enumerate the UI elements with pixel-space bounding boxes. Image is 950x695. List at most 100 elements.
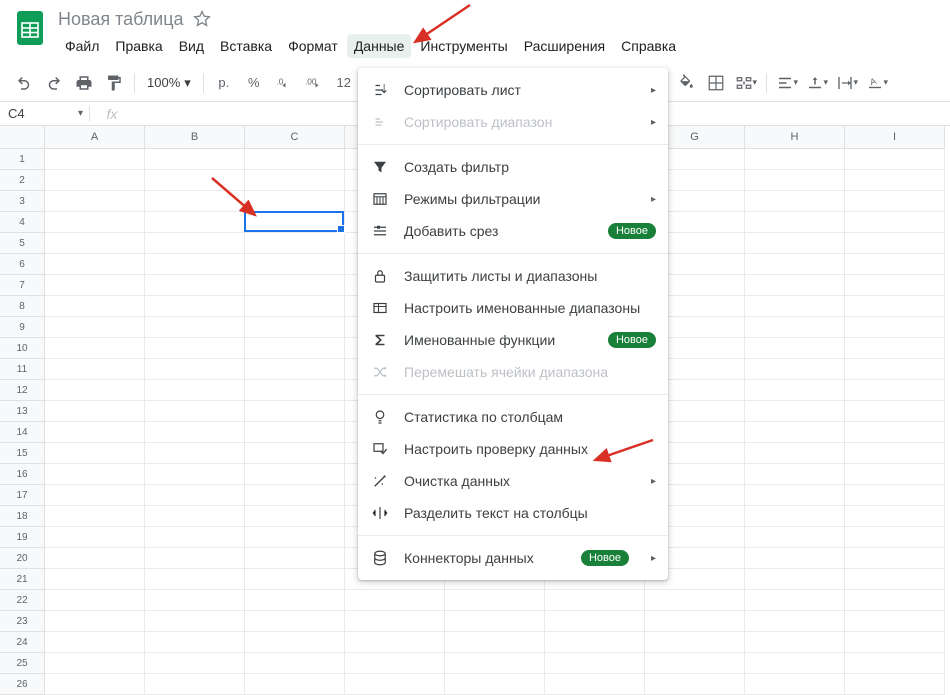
cell[interactable] bbox=[445, 632, 545, 653]
cell[interactable] bbox=[245, 674, 345, 695]
row-header[interactable]: 2 bbox=[0, 170, 45, 191]
row-header[interactable]: 4 bbox=[0, 212, 45, 233]
print-button[interactable] bbox=[70, 69, 98, 97]
cell[interactable] bbox=[845, 548, 945, 569]
cell[interactable] bbox=[445, 653, 545, 674]
cell[interactable] bbox=[745, 254, 845, 275]
cell[interactable] bbox=[745, 674, 845, 695]
cell[interactable] bbox=[845, 317, 945, 338]
currency-button[interactable]: р. bbox=[210, 69, 238, 97]
menubar-инструменты[interactable]: Инструменты bbox=[413, 34, 514, 58]
cell[interactable] bbox=[545, 611, 645, 632]
cell[interactable] bbox=[245, 317, 345, 338]
document-title[interactable]: Новая таблица bbox=[58, 9, 184, 30]
cell[interactable] bbox=[845, 233, 945, 254]
cell[interactable] bbox=[145, 149, 245, 170]
cell[interactable] bbox=[845, 380, 945, 401]
cell[interactable] bbox=[45, 359, 145, 380]
menubar-справка[interactable]: Справка bbox=[614, 34, 683, 58]
cell[interactable] bbox=[745, 569, 845, 590]
cell[interactable] bbox=[245, 170, 345, 191]
cell[interactable] bbox=[145, 611, 245, 632]
rotate-button[interactable]: A▾ bbox=[863, 69, 891, 97]
menu-create-filter[interactable]: Создать фильтр bbox=[358, 151, 668, 183]
v-align-button[interactable]: ▾ bbox=[803, 69, 831, 97]
cell[interactable] bbox=[145, 569, 245, 590]
cell[interactable] bbox=[845, 464, 945, 485]
cell[interactable] bbox=[45, 674, 145, 695]
cell[interactable] bbox=[745, 422, 845, 443]
cell[interactable] bbox=[845, 149, 945, 170]
cell[interactable] bbox=[845, 485, 945, 506]
cell[interactable] bbox=[745, 380, 845, 401]
cell[interactable] bbox=[45, 569, 145, 590]
column-header[interactable]: H bbox=[745, 126, 845, 149]
menu-named-ranges[interactable]: Настроить именованные диапазоны bbox=[358, 292, 668, 324]
row-header[interactable]: 6 bbox=[0, 254, 45, 275]
row-header[interactable]: 24 bbox=[0, 632, 45, 653]
row-header[interactable]: 5 bbox=[0, 233, 45, 254]
row-header[interactable]: 12 bbox=[0, 380, 45, 401]
cell[interactable] bbox=[145, 674, 245, 695]
cell[interactable] bbox=[145, 653, 245, 674]
star-icon[interactable] bbox=[192, 9, 212, 29]
cell[interactable] bbox=[845, 212, 945, 233]
cell[interactable] bbox=[145, 212, 245, 233]
cell[interactable] bbox=[145, 359, 245, 380]
cell[interactable] bbox=[645, 653, 745, 674]
select-all-corner[interactable] bbox=[0, 126, 45, 149]
cell[interactable] bbox=[745, 590, 845, 611]
merge-cells-button[interactable]: ▾ bbox=[732, 69, 760, 97]
increase-decimal-button[interactable]: .00 bbox=[300, 69, 328, 97]
menubar-правка[interactable]: Правка bbox=[108, 34, 169, 58]
cell[interactable] bbox=[845, 443, 945, 464]
cell[interactable] bbox=[245, 380, 345, 401]
sheets-logo[interactable] bbox=[10, 8, 50, 48]
menu-connectors[interactable]: Коннекторы данных Новое ▸ bbox=[358, 542, 668, 574]
cell[interactable] bbox=[745, 527, 845, 548]
cell[interactable] bbox=[245, 401, 345, 422]
cell[interactable] bbox=[745, 233, 845, 254]
row-header[interactable]: 21 bbox=[0, 569, 45, 590]
cell[interactable] bbox=[145, 464, 245, 485]
cell[interactable] bbox=[645, 674, 745, 695]
cell[interactable] bbox=[145, 170, 245, 191]
cell[interactable] bbox=[45, 170, 145, 191]
row-header[interactable]: 11 bbox=[0, 359, 45, 380]
cell[interactable] bbox=[245, 254, 345, 275]
cell[interactable] bbox=[245, 464, 345, 485]
paint-format-button[interactable] bbox=[100, 69, 128, 97]
cell[interactable] bbox=[45, 590, 145, 611]
cell[interactable] bbox=[745, 317, 845, 338]
cell[interactable] bbox=[145, 632, 245, 653]
column-header[interactable]: C bbox=[245, 126, 345, 149]
fill-color-button[interactable] bbox=[672, 69, 700, 97]
row-header[interactable]: 10 bbox=[0, 338, 45, 359]
cell[interactable] bbox=[845, 254, 945, 275]
cell[interactable] bbox=[145, 338, 245, 359]
row-header[interactable]: 19 bbox=[0, 527, 45, 548]
row-header[interactable]: 17 bbox=[0, 485, 45, 506]
cell[interactable] bbox=[245, 212, 345, 233]
cell[interactable] bbox=[845, 170, 945, 191]
cell[interactable] bbox=[745, 191, 845, 212]
cell[interactable] bbox=[445, 590, 545, 611]
cell[interactable] bbox=[245, 422, 345, 443]
row-header[interactable]: 1 bbox=[0, 149, 45, 170]
row-header[interactable]: 20 bbox=[0, 548, 45, 569]
cell[interactable] bbox=[345, 653, 445, 674]
cell[interactable] bbox=[145, 191, 245, 212]
cell[interactable] bbox=[145, 485, 245, 506]
more-formats-button[interactable]: 12 bbox=[330, 69, 358, 97]
row-header[interactable]: 9 bbox=[0, 317, 45, 338]
cell[interactable] bbox=[745, 338, 845, 359]
row-header[interactable]: 7 bbox=[0, 275, 45, 296]
cell[interactable] bbox=[345, 590, 445, 611]
column-header[interactable]: A bbox=[45, 126, 145, 149]
cell[interactable] bbox=[245, 569, 345, 590]
cell[interactable] bbox=[745, 611, 845, 632]
cell[interactable] bbox=[245, 527, 345, 548]
menu-split-text[interactable]: Разделить текст на столбцы bbox=[358, 497, 668, 529]
cell[interactable] bbox=[445, 611, 545, 632]
cell[interactable] bbox=[245, 653, 345, 674]
